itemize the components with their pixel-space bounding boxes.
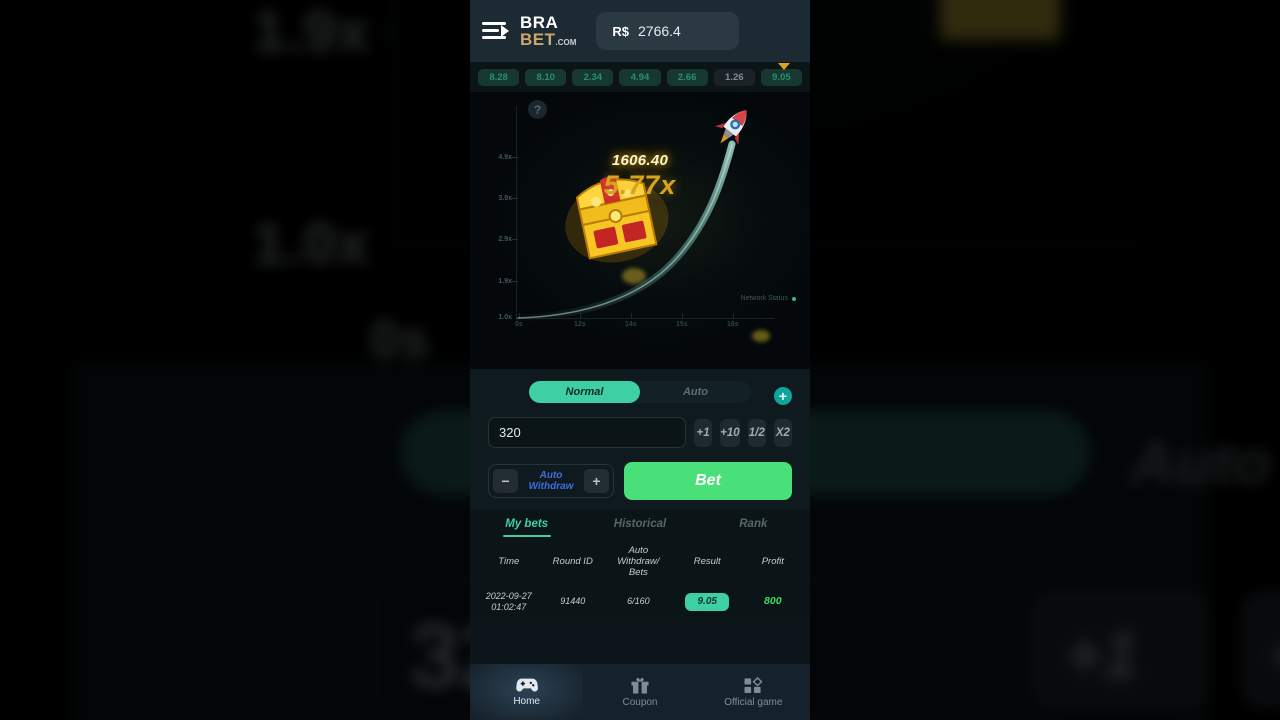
nav-label-official-game: Official game <box>724 696 783 708</box>
bets-table-header: Time Round ID Auto Withdraw/Bets Result P… <box>470 537 810 585</box>
win-amount: 1606.40 <box>611 152 669 169</box>
bets-section: My bets Historical Rank Time Round ID Au… <box>470 510 810 619</box>
nav-label-home: Home <box>513 696 540 707</box>
brabet-logo[interactable]: BRA BET.COM <box>520 14 576 48</box>
plus-icon[interactable]: + <box>584 469 609 493</box>
cell-time-date: 2022-09-27 <box>485 590 532 601</box>
cell-time: 2022-09-27 01:02:47 <box>476 591 542 613</box>
history-chip[interactable]: 8.28 <box>478 68 520 86</box>
crash-game-canvas: ? 4.9x 3.9x 2.9x 1.9x 1.0x 0s 12s 14s 15… <box>470 92 810 369</box>
logo-suffix: .COM <box>555 38 577 47</box>
history-chip[interactable]: 9.05 <box>760 68 802 86</box>
profit-value: 800 <box>764 595 782 608</box>
balance-amount: 2766.4 <box>638 23 681 39</box>
app-header: BRA BET.COM R$ 2766.4 <box>470 0 810 62</box>
current-multiplier: 5.77x <box>603 170 677 200</box>
bets-tabs: My bets Historical Rank <box>470 518 810 537</box>
network-status: Network Status <box>741 295 796 302</box>
history-chip[interactable]: 8.10 <box>525 68 567 86</box>
cell-round-id: 91440 <box>560 596 586 607</box>
tab-my-bets[interactable]: My bets <box>470 518 583 537</box>
gamepad-icon <box>515 678 538 692</box>
logo-line-1: BRA <box>520 13 559 32</box>
bet-amount-row: +1 +10 1/2 X2 <box>488 417 792 448</box>
column-header-round-id: Round ID <box>552 555 593 567</box>
history-chip[interactable]: 2.66 <box>666 68 708 86</box>
rocket-icon <box>714 110 747 145</box>
tab-auto-mode[interactable]: Auto <box>640 381 751 403</box>
quick-half-button[interactable]: 1/2 <box>747 418 766 447</box>
quick-add-1-button[interactable]: +1 <box>694 418 713 447</box>
history-chip[interactable]: 4.94 <box>619 68 661 86</box>
result-badge: 9.05 <box>685 592 729 611</box>
triangle-down-marker-icon <box>778 63 790 70</box>
bet-action-row: − Auto Withdraw + Bet <box>488 462 792 500</box>
bet-mode-switch: Normal Auto <box>529 381 751 403</box>
nav-item-coupon[interactable]: Coupon <box>583 664 696 720</box>
nav-item-official-game[interactable]: Official game <box>697 664 810 720</box>
balance-chip[interactable]: R$ 2766.4 <box>596 12 740 50</box>
quick-double-button[interactable]: X2 <box>773 418 792 447</box>
currency-label: R$ <box>612 23 630 39</box>
gift-icon <box>631 677 649 694</box>
column-header-result: Result <box>693 555 721 567</box>
auto-withdraw-line-2: Withdraw <box>528 481 574 492</box>
cell-result: 9.05 <box>673 592 742 611</box>
tab-normal-mode[interactable]: Normal <box>529 381 640 403</box>
auto-withdraw-label: Auto Withdraw <box>518 470 584 493</box>
history-chip[interactable]: 2.34 <box>572 68 614 86</box>
column-header-profit: Profit <box>761 555 784 567</box>
quick-add-10-button[interactable]: +10 <box>720 418 740 447</box>
bet-button[interactable]: Bet <box>624 462 792 500</box>
grid-apps-icon <box>744 676 763 693</box>
network-status-dot-icon <box>792 296 796 301</box>
bottom-navigation: Home Coupon Official game <box>470 664 810 720</box>
add-bet-plus-icon[interactable]: + <box>774 387 792 405</box>
hamburger-arrow-icon[interactable] <box>482 21 509 41</box>
tab-rank[interactable]: Rank <box>697 518 810 537</box>
column-header-auto-withdraw-bets: Auto Withdraw/Bets <box>617 545 660 578</box>
bet-panel: Normal Auto + +1 +10 1/2 X2 − Auto Withd… <box>470 369 810 510</box>
nav-label-coupon: Coupon <box>622 696 658 708</box>
nav-item-home[interactable]: Home <box>470 664 584 720</box>
multiplier-history-bar: 8.28 8.10 2.34 4.94 2.66 1.26 9.05 <box>470 62 810 92</box>
auto-withdraw-stepper: − Auto Withdraw + <box>488 464 614 498</box>
cell-time-clock: 01:02:47 <box>491 601 527 612</box>
network-status-label: Network Status <box>740 295 788 302</box>
minus-icon[interactable]: − <box>493 469 518 493</box>
cell-auto-withdraw-bets: 6/160 <box>627 596 650 607</box>
column-header-time: Time <box>498 555 520 567</box>
bet-amount-input[interactable] <box>488 417 686 448</box>
cell-profit: 800 <box>742 595 804 608</box>
auto-withdraw-line-1: Auto <box>539 469 563 481</box>
app-viewport: BRA BET.COM R$ 2766.4 8.28 8.10 2.34 4.9… <box>470 0 810 720</box>
table-row[interactable]: 2022-09-27 01:02:47 91440 6/160 9.05 800 <box>470 585 810 619</box>
history-chip[interactable]: 1.26 <box>713 68 755 86</box>
logo-line-2: BET <box>520 30 556 49</box>
tab-historical[interactable]: Historical <box>583 518 696 537</box>
